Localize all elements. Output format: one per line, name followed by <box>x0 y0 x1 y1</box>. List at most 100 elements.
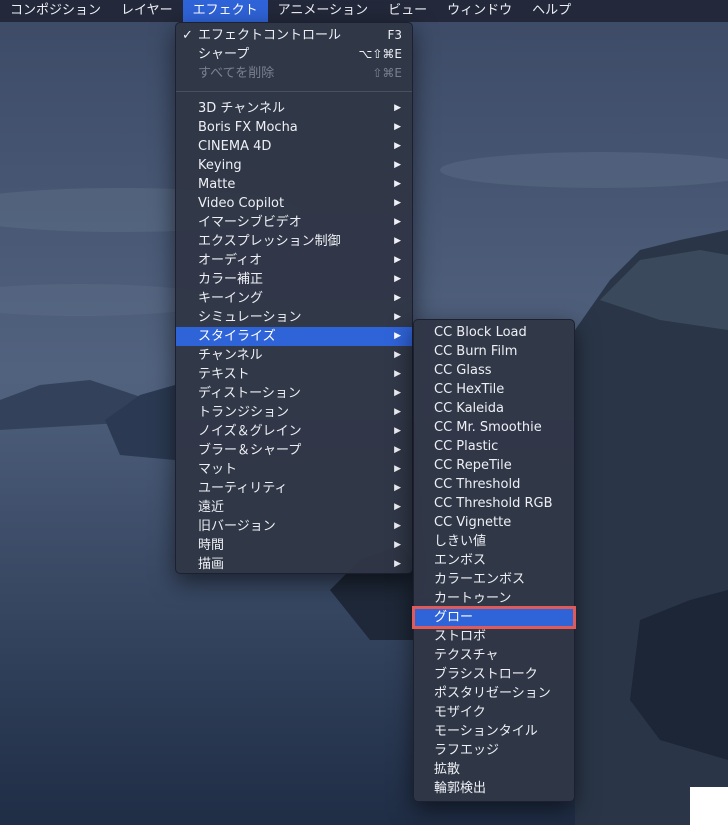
menu-item-label: オーディオ <box>198 253 263 268</box>
menu-item-label: エフェクトコントロール <box>198 28 342 43</box>
submenu-item[interactable]: CC Threshold <box>414 475 574 494</box>
menu-item-category[interactable]: 描画 ▶ <box>176 555 412 574</box>
submenu-item-label: CC Vignette <box>434 515 512 530</box>
menubar-composition[interactable]: コンポジション <box>0 0 111 22</box>
menu-item-label: エクスプレッション制御 <box>198 234 341 249</box>
submenu-item[interactable]: CC Block Load <box>414 323 574 342</box>
submenu-item-label: テクスチャ <box>434 648 499 663</box>
menu-item-shortcut: ⇧⌘E <box>372 66 402 80</box>
menu-item-label: シミュレーション <box>198 310 302 325</box>
menubar-view[interactable]: ビュー <box>378 0 437 22</box>
submenu-item[interactable]: ストロボ <box>414 627 574 646</box>
submenu-item[interactable]: モザイク <box>414 703 574 722</box>
menu-item-category[interactable]: マット ▶ <box>176 460 412 479</box>
menu-item-label: ブラー＆シャープ <box>198 443 302 458</box>
submenu-arrow-icon: ▶ <box>394 141 401 151</box>
submenu-item-label: 輪郭検出 <box>434 781 487 796</box>
submenu-arrow-icon: ▶ <box>394 426 401 436</box>
submenu-item[interactable]: グロー <box>412 606 576 629</box>
menu-item-label: 描画 <box>198 557 225 572</box>
submenu-item[interactable]: モーションタイル <box>414 722 574 741</box>
submenu-item[interactable]: CC Glass <box>414 361 574 380</box>
menu-item-category[interactable]: 旧バージョン ▶ <box>176 517 412 536</box>
menu-item-category[interactable]: エクスプレッション制御 ▶ <box>176 232 412 251</box>
menu-item-category[interactable]: ユーティリティ ▶ <box>176 479 412 498</box>
menu-item-category[interactable]: 3D チャンネル ▶ <box>176 99 412 118</box>
menu-item-category[interactable]: ブラー＆シャープ ▶ <box>176 441 412 460</box>
submenu-item[interactable]: CC HexTile <box>414 380 574 399</box>
menu-item-category[interactable]: ディストーション ▶ <box>176 384 412 403</box>
menu-item-label: 時間 <box>198 538 225 553</box>
submenu-item[interactable]: CC Plastic <box>414 437 574 456</box>
menu-item-category[interactable]: カラー補正 ▶ <box>176 270 412 289</box>
submenu-item[interactable]: 輪郭検出 <box>414 779 574 798</box>
menu-item-category[interactable]: シミュレーション ▶ <box>176 308 412 327</box>
menu-item-label: キーイング <box>198 291 264 306</box>
submenu-item[interactable]: CC Mr. Smoothie <box>414 418 574 437</box>
menu-item-label: シャープ <box>198 47 250 62</box>
submenu-item[interactable]: カラーエンボス <box>414 570 574 589</box>
menu-item-sharpen[interactable]: シャープ ⌥⇧⌘E <box>176 45 412 64</box>
menu-item-category[interactable]: ノイズ＆グレイン ▶ <box>176 422 412 441</box>
submenu-item[interactable]: CC Vignette <box>414 513 574 532</box>
menu-item-category[interactable]: CINEMA 4D ▶ <box>176 137 412 156</box>
menubar-animation[interactable]: アニメーション <box>268 0 378 22</box>
menu-item-label: カラー補正 <box>198 272 264 287</box>
menu-item-category[interactable]: 時間 ▶ <box>176 536 412 555</box>
effect-category-list: 3D チャンネル ▶ Boris FX Mocha ▶ CINEMA 4D ▶ Keying… <box>176 99 412 574</box>
menubar-effect[interactable]: エフェクト <box>182 0 268 22</box>
submenu-item[interactable]: しきい値 <box>414 532 574 551</box>
menu-item-label: ユーティリティ <box>198 481 288 496</box>
menu-item-category[interactable]: チャンネル ▶ <box>176 346 412 365</box>
menu-item-category[interactable]: Matte ▶ <box>176 175 412 194</box>
submenu-item[interactable]: CC Kaleida <box>414 399 574 418</box>
menu-item-category[interactable]: キーイング ▶ <box>176 289 412 308</box>
menu-item-category[interactable]: 遠近 ▶ <box>176 498 412 517</box>
submenu-item[interactable]: CC Burn Film <box>414 342 574 361</box>
submenu-item-label: CC Mr. Smoothie <box>434 420 542 435</box>
menu-item-category[interactable]: スタイライズ ▶ <box>176 327 412 346</box>
submenu-arrow-icon: ▶ <box>394 502 401 512</box>
menu-item-category[interactable]: イマーシブビデオ ▶ <box>176 213 412 232</box>
submenu-arrow-icon: ▶ <box>394 369 401 379</box>
submenu-arrow-icon: ▶ <box>394 179 401 189</box>
menu-item-category[interactable]: トランジション ▶ <box>176 403 412 422</box>
submenu-item-label: 拡散 <box>434 762 461 777</box>
submenu-arrow-icon: ▶ <box>394 293 401 303</box>
menu-item-category[interactable]: Video Copilot ▶ <box>176 194 412 213</box>
menu-item-label: CINEMA 4D <box>198 139 272 154</box>
submenu-item[interactable]: ブラシストローク <box>414 665 574 684</box>
menu-item-effect-controls[interactable]: ✓ エフェクトコントロール F3 <box>176 26 412 45</box>
submenu-item[interactable]: 拡散 <box>414 760 574 779</box>
stylize-submenu: CC Block Load CC Burn Film CC Glass CC HexT… <box>412 319 576 802</box>
menubar-help[interactable]: ヘルプ <box>522 0 581 22</box>
submenu-arrow-icon: ▶ <box>394 312 401 322</box>
menu-item-category[interactable]: オーディオ ▶ <box>176 251 412 270</box>
submenu-item[interactable]: CC RepeTile <box>414 456 574 475</box>
menu-item-label: Keying <box>198 158 242 173</box>
menu-item-label: 旧バージョン <box>198 519 276 534</box>
menu-item-label: 3D チャンネル <box>198 101 286 116</box>
submenu-item[interactable]: テクスチャ <box>414 646 574 665</box>
submenu-item-label: ラフエッジ <box>434 743 500 758</box>
effect-menu: ✓ エフェクトコントロール F3 シャープ ⌥⇧⌘E すべてを削除 ⇧⌘E 3D… <box>175 22 413 574</box>
menu-item-remove-all: すべてを削除 ⇧⌘E <box>176 64 412 83</box>
menubar-layer[interactable]: レイヤー <box>111 0 183 22</box>
menu-item-label: Boris FX Mocha <box>198 120 298 135</box>
menu-item-category[interactable]: テキスト ▶ <box>176 365 412 384</box>
submenu-item[interactable]: ポスタリゼーション <box>414 684 574 703</box>
submenu-item[interactable]: ラフエッジ <box>414 741 574 760</box>
menu-item-label: ノイズ＆グレイン <box>198 424 302 439</box>
menu-item-label: Video Copilot <box>198 196 285 211</box>
menubar-window[interactable]: ウィンドウ <box>437 0 522 22</box>
submenu-item-label: モーションタイル <box>434 724 538 739</box>
menu-item-category[interactable]: Boris FX Mocha ▶ <box>176 118 412 137</box>
submenu-item[interactable]: カートゥーン <box>414 589 574 608</box>
submenu-item-label: モザイク <box>434 705 486 720</box>
submenu-item[interactable]: エンボス <box>414 551 574 570</box>
submenu-arrow-icon: ▶ <box>394 217 401 227</box>
submenu-item-label: グロー <box>434 610 474 625</box>
submenu-item-label: CC Glass <box>434 363 492 378</box>
submenu-item[interactable]: CC Threshold RGB <box>414 494 574 513</box>
menu-item-category[interactable]: Keying ▶ <box>176 156 412 175</box>
